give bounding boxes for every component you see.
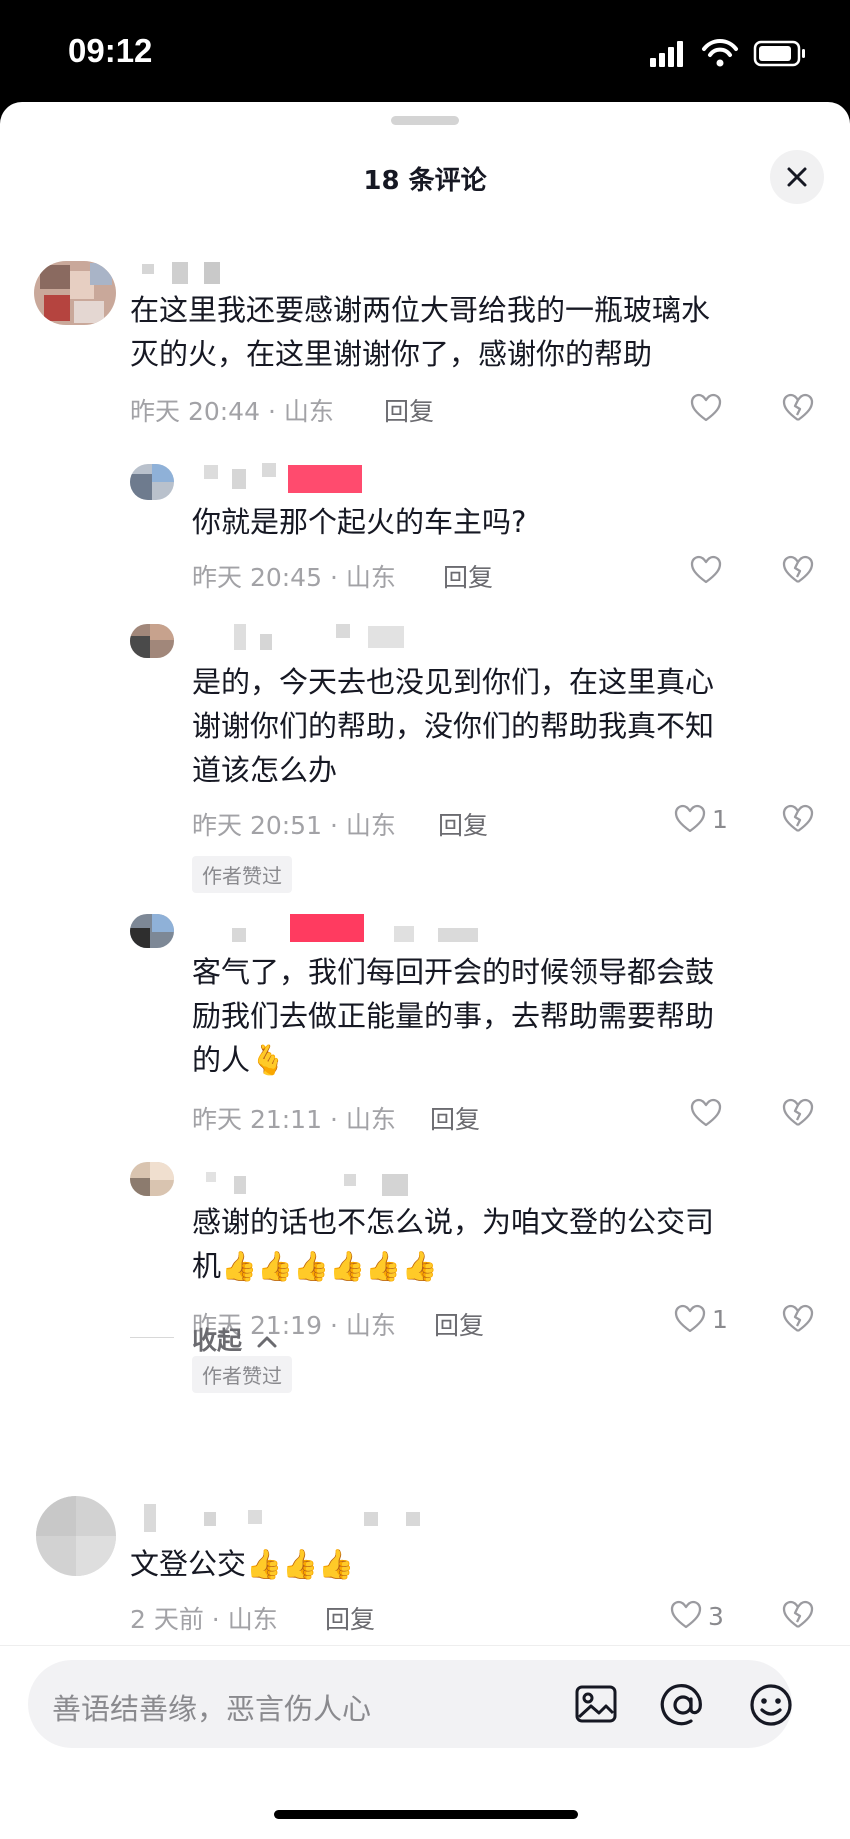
reply-button[interactable]: 回复 <box>384 392 434 428</box>
heart-icon[interactable] <box>674 804 706 834</box>
reply-button[interactable]: 回复 <box>438 806 488 842</box>
status-bar: 09:12 <box>0 0 850 102</box>
comment-text: 在这里我还要感谢两位大哥给我的一瓶玻璃水 灭的火，在这里谢谢你了，感谢你的帮助 <box>130 293 711 371</box>
username-blurred[interactable] <box>232 914 482 946</box>
heart-icon[interactable] <box>690 555 722 585</box>
dislike-icon[interactable] <box>782 1304 814 1334</box>
avatar[interactable] <box>34 261 116 325</box>
emoji-icon[interactable] <box>748 1682 794 1728</box>
comment-meta: 2 天前 · 山东 <box>130 1605 278 1634</box>
heart-icon[interactable] <box>674 1304 706 1334</box>
username-blurred[interactable] <box>222 624 412 654</box>
reply-button[interactable]: 回复 <box>443 558 493 594</box>
author-liked-badge: 作者赞过 <box>192 1356 292 1393</box>
username-blurred[interactable] <box>142 262 222 286</box>
avatar[interactable] <box>130 624 174 658</box>
close-button[interactable] <box>770 150 824 204</box>
username-blurred[interactable] <box>206 1172 416 1198</box>
comment-meta: 昨天 20:44 · 山东 <box>130 397 334 426</box>
comment-meta: 昨天 21:11 · 山东 <box>192 1105 396 1134</box>
avatar[interactable] <box>36 1496 116 1576</box>
heart-icon[interactable] <box>670 1600 702 1630</box>
battery-icon <box>753 40 805 67</box>
comment-text: 感谢的话也不怎么说，为咱文登的公交司 机👍👍👍👍👍👍 <box>192 1205 715 1283</box>
like-count: 3 <box>708 1602 724 1631</box>
comment-text: 客气了，我们每回开会的时候领导都会鼓 励我们去做正能量的事，去帮助需要帮助 的人… <box>192 955 715 1077</box>
heart-icon[interactable] <box>690 393 722 423</box>
username-blurred[interactable] <box>200 463 370 493</box>
avatar[interactable] <box>130 1162 174 1196</box>
comment-text: 文登公交👍👍👍 <box>130 1547 355 1581</box>
close-icon <box>787 167 807 187</box>
collapse-divider <box>130 1337 174 1338</box>
comments-count-title: 18 条评论 <box>363 166 487 196</box>
chevron-up-icon <box>257 1336 277 1348</box>
avatar[interactable] <box>130 914 174 948</box>
dislike-icon[interactable] <box>782 555 814 585</box>
comment-meta: 昨天 20:45 · 山东 <box>192 563 396 592</box>
dislike-icon[interactable] <box>782 804 814 834</box>
home-indicator[interactable] <box>274 1810 578 1819</box>
image-icon[interactable] <box>574 1684 618 1724</box>
comment-meta: 昨天 20:51 · 山东 <box>192 811 396 840</box>
dislike-icon[interactable] <box>782 393 814 423</box>
author-liked-badge: 作者赞过 <box>192 856 292 893</box>
reply-button[interactable]: 回复 <box>434 1306 484 1342</box>
comment-text: 是的，今天去也没见到你们，在这里真心 谢谢你们的帮助，没你们的帮助我真不知 道该… <box>192 665 715 787</box>
avatar[interactable] <box>130 464 174 500</box>
dislike-icon[interactable] <box>782 1098 814 1128</box>
wifi-icon <box>702 39 738 67</box>
like-count: 1 <box>712 1305 728 1334</box>
username-blurred[interactable] <box>144 1504 424 1534</box>
at-icon[interactable] <box>660 1682 706 1728</box>
reply-button[interactable]: 回复 <box>430 1100 480 1136</box>
dislike-icon[interactable] <box>782 1600 814 1630</box>
comment-text: 你就是那个起火的车主吗? <box>192 505 527 539</box>
reply-button[interactable]: 回复 <box>325 1600 375 1636</box>
collapse-label: 收起 <box>192 1326 243 1355</box>
signal-icon <box>650 41 683 67</box>
comment-input-placeholder: 善语结善缘，恶言伤人心 <box>52 1692 372 1726</box>
like-count: 1 <box>712 805 728 834</box>
sheet-grabber[interactable] <box>391 116 459 125</box>
status-icons <box>650 38 810 72</box>
status-time: 09:12 <box>68 32 153 69</box>
heart-icon[interactable] <box>690 1098 722 1128</box>
collapse-replies-button[interactable]: 收起 <box>192 1321 279 1357</box>
